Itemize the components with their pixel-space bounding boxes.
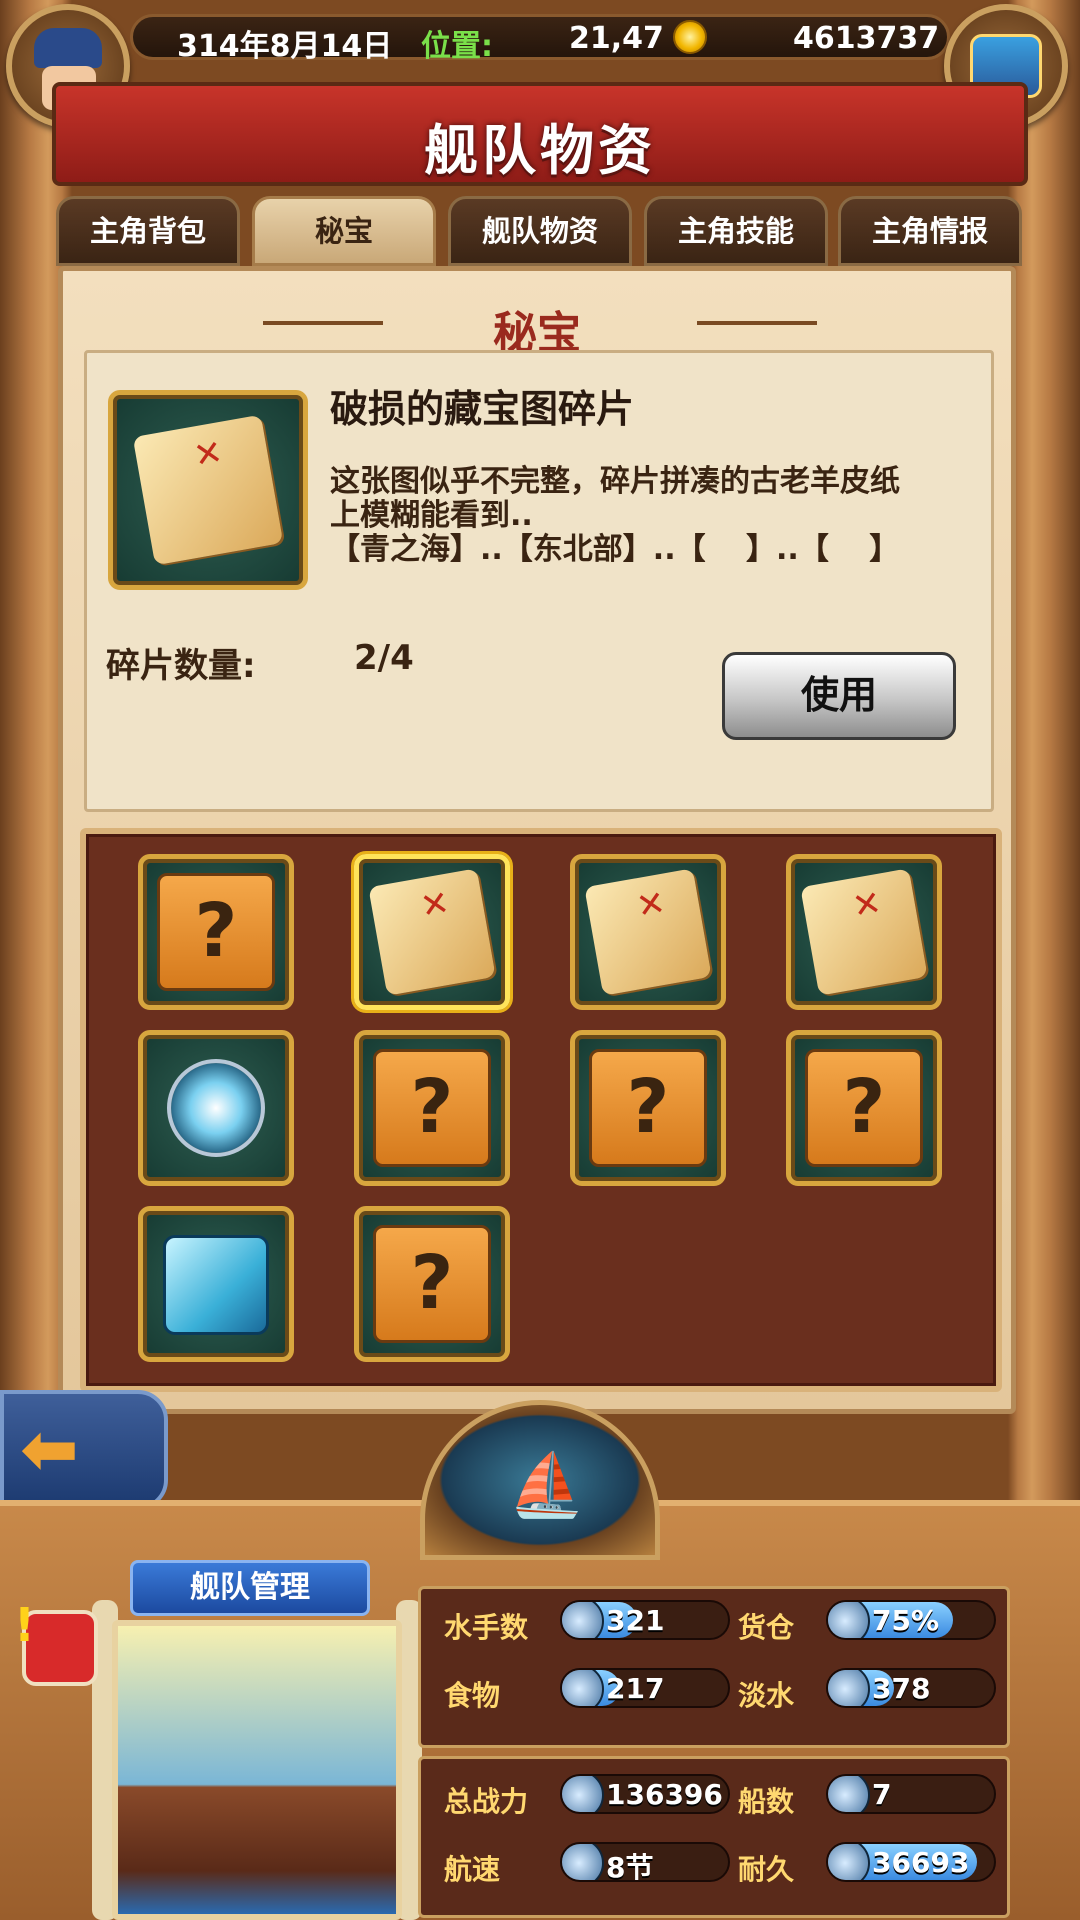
stat-bar: 321 [560, 1600, 730, 1640]
grid-item-compass[interactable] [138, 1030, 294, 1186]
question-mark-icon: ? [157, 873, 275, 991]
ice-cube-icon [163, 1235, 269, 1335]
stat-value: 378 [872, 1672, 931, 1705]
item-name: 破损的藏宝图碎片 [330, 387, 635, 431]
water-jug-icon [828, 1670, 870, 1706]
stat-value: 321 [606, 1604, 665, 1637]
tab-hero-skills[interactable]: 主角技能 [644, 196, 828, 266]
stat-label: 水手数 [444, 1611, 529, 1644]
stat-value: 217 [606, 1672, 665, 1705]
grid-item-unknown[interactable]: ? [786, 1030, 942, 1186]
stat-bar: 136396 [560, 1774, 730, 1814]
grid-item-unknown[interactable]: ? [138, 854, 294, 1010]
crate-icon [828, 1602, 870, 1638]
hull-icon [828, 1844, 870, 1880]
stat-label: 淡水 [738, 1679, 795, 1712]
treasure-map-fragment-icon [132, 414, 284, 566]
stat-bar: 378 [826, 1668, 996, 1708]
tab-treasure[interactable]: 秘宝 [252, 196, 436, 266]
grid-item-unknown[interactable]: ? [570, 1030, 726, 1186]
tab-hero-bag[interactable]: 主角背包 [56, 196, 240, 266]
stat-bar: 36693 [826, 1842, 996, 1882]
stat-value: 36693 [872, 1846, 970, 1879]
ship-icon: ⛵ [508, 1448, 586, 1521]
meat-icon [562, 1670, 604, 1706]
ship-icon [828, 1776, 870, 1812]
grid-item-map-fragment[interactable] [570, 854, 726, 1010]
page-title: 舰队物资 [424, 119, 656, 182]
sailor-icon [562, 1602, 604, 1638]
treasure-map-fragment-icon [584, 868, 712, 996]
treasure-map-fragment-icon [368, 868, 496, 996]
ship-illustration[interactable] [112, 1620, 402, 1920]
location-value: 21,47 [569, 21, 664, 56]
status-bar: 314年8月14日 位置: 21,47 4613737 [130, 14, 950, 64]
gold-amount: 4613737 [793, 21, 940, 56]
question-mark-icon: ? [589, 1049, 707, 1167]
exclamation-icon: ! [14, 1598, 35, 1652]
stat-value: 7 [872, 1778, 892, 1811]
stat-label: 船数 [738, 1785, 795, 1818]
question-mark-icon: ? [373, 1225, 491, 1343]
item-description-line-3: 【青之海】..【东北部】..【 】..【 】 [330, 532, 900, 567]
question-mark-icon: ? [373, 1049, 491, 1167]
title-banner: 舰队物资 [52, 82, 1028, 186]
grid-item-unknown[interactable]: ? [354, 1206, 510, 1362]
question-mark-icon: ? [805, 1049, 923, 1167]
compass-icon [167, 1059, 265, 1157]
arrow-left-icon: ⬅ [20, 1408, 79, 1490]
grid-item-unknown[interactable]: ? [354, 1030, 510, 1186]
stat-bar: 8节 [560, 1842, 730, 1882]
fragment-count-value: 2/4 [354, 638, 414, 678]
stat-label: 货仓 [738, 1611, 795, 1644]
gold-coin-icon [673, 20, 707, 54]
location-label: 位置: [421, 29, 493, 64]
back-button[interactable]: ⬅ [0, 1390, 168, 1510]
tab-hero-intel[interactable]: 主角情报 [838, 196, 1022, 266]
stat-value: 8节 [606, 1851, 654, 1882]
stat-label: 总战力 [444, 1785, 529, 1818]
crossed-swords-icon [562, 1776, 604, 1812]
ornament-right [697, 321, 817, 325]
date-text: 314年8月14日 [177, 29, 393, 64]
stat-bar: 75% [826, 1600, 996, 1640]
fragment-count-label: 碎片数量: [106, 646, 256, 686]
stat-bar: 7 [826, 1774, 996, 1814]
tab-fleet-supplies[interactable]: 舰队物资 [448, 196, 632, 266]
use-button[interactable]: 使用 [722, 652, 956, 740]
stat-value: 136396 [606, 1778, 723, 1811]
stat-label: 航速 [444, 1853, 501, 1886]
treasure-map-fragment-icon [800, 868, 928, 996]
grid-item-ice-cube[interactable] [138, 1206, 294, 1362]
pirate-hat-icon [34, 28, 102, 68]
stat-label: 食物 [444, 1679, 501, 1712]
stat-label: 耐久 [738, 1853, 795, 1886]
sail-icon [562, 1844, 604, 1880]
fleet-management-tag[interactable]: 舰队管理 [130, 1560, 370, 1616]
grid-item-map-fragment[interactable] [786, 854, 942, 1010]
grid-item-map-fragment[interactable] [354, 854, 510, 1010]
sailor-alert-button[interactable]: ! [14, 1598, 98, 1686]
selected-item-frame [108, 390, 308, 590]
stat-bar: 217 [560, 1668, 730, 1708]
stat-value: 75% [872, 1604, 940, 1637]
